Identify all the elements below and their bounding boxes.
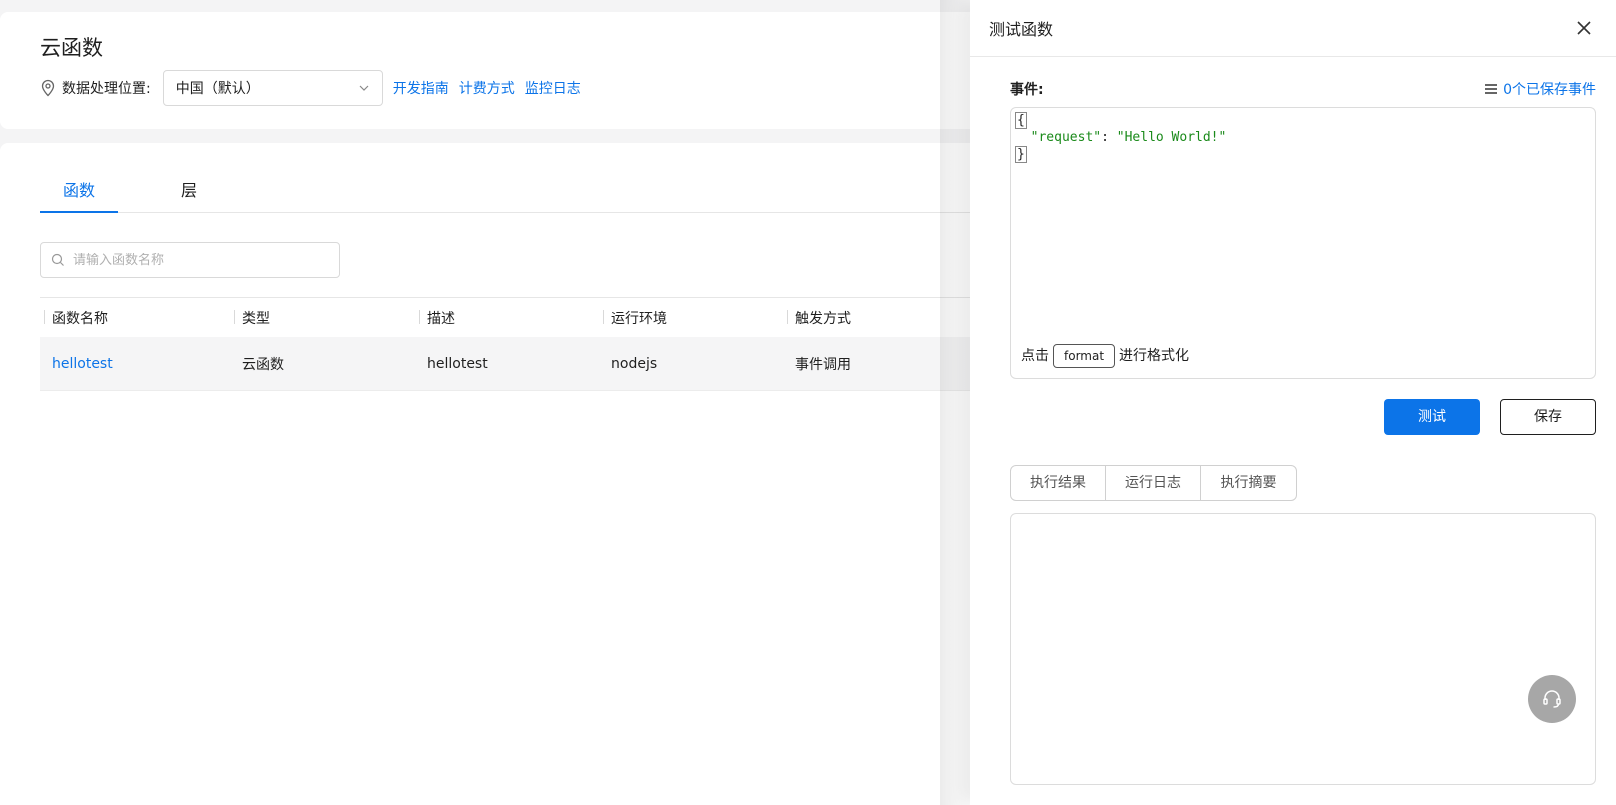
code-line: "request": "Hello World!" [1015, 129, 1591, 146]
format-row: 点击 format 进行格式化 [1021, 344, 1189, 368]
event-label: 事件: [1010, 82, 1044, 98]
save-button[interactable]: 保存 [1500, 399, 1596, 435]
format-prefix: 点击 [1021, 347, 1049, 364]
functions-table: 函数名称 类型 描述 运行环境 触发方式 hellotest 云函数 hello… [40, 297, 1000, 391]
headset-icon [1541, 688, 1563, 710]
function-runtime: nodejs [611, 355, 658, 372]
tab-execution-result[interactable]: 执行结果 [1011, 466, 1106, 500]
column-header-name: 函数名称 [40, 308, 230, 328]
test-function-drawer: 测试函数 事件: 0个已保存事件 { "request": "Hello Wor… [970, 0, 1616, 805]
open-brace: { [1015, 112, 1027, 129]
json-value: "Hello World!" [1116, 130, 1227, 145]
saved-events-link[interactable]: 0个已保存事件 [1484, 79, 1596, 99]
event-json-editor[interactable]: { "request": "Hello World!" } 点击 format … [1010, 107, 1596, 379]
customer-support-button[interactable] [1528, 675, 1576, 723]
drawer-shadow [940, 0, 970, 805]
location-label: 数据处理位置: [62, 81, 151, 97]
monitor-log-link[interactable]: 监控日志 [525, 78, 581, 98]
column-header-trigger: 触发方式 [783, 308, 963, 328]
location-row: 数据处理位置: 中国（默认） 开发指南 计费方式 监控日志 [40, 70, 581, 106]
page-root: 云函数 数据处理位置: 中国（默认） 开发指南 计费方式 监控日志 函数 层 请… [0, 0, 1616, 805]
location-select[interactable]: 中国（默认） [162, 70, 383, 106]
table-header: 函数名称 类型 描述 运行环境 触发方式 [40, 297, 1000, 337]
result-tabs: 执行结果 运行日志 执行摘要 [1010, 465, 1297, 501]
search-icon [51, 253, 65, 267]
tab-functions[interactable]: 函数 [40, 173, 118, 213]
result-panel [1010, 513, 1596, 785]
list-icon [1484, 83, 1498, 95]
tab-execution-summary[interactable]: 执行摘要 [1201, 466, 1296, 500]
format-suffix: 进行格式化 [1119, 347, 1190, 364]
format-button[interactable]: format [1053, 344, 1116, 368]
function-name-link[interactable]: hellotest [40, 356, 230, 372]
function-trigger: 事件调用 [795, 356, 851, 373]
search-box [40, 242, 340, 278]
tab-run-log[interactable]: 运行日志 [1106, 466, 1201, 500]
saved-events-label: 0个已保存事件 [1503, 82, 1596, 98]
column-header-description: 描述 [415, 308, 599, 328]
billing-link[interactable]: 计费方式 [459, 78, 515, 98]
json-colon: : [1101, 130, 1117, 145]
code-line: } [1015, 146, 1591, 163]
tab-bar: 函数 层 [40, 173, 980, 213]
chevron-down-icon [358, 82, 370, 94]
column-header-runtime: 运行环境 [599, 308, 783, 328]
code-line: { [1015, 112, 1591, 129]
function-type: 云函数 [242, 356, 284, 373]
tab-layers[interactable]: 层 [150, 173, 228, 213]
function-description: hellotest [427, 355, 488, 372]
column-header-type: 类型 [230, 308, 415, 328]
table-row[interactable]: hellotest 云函数 hellotest nodejs 事件调用 [40, 337, 1000, 391]
drawer-header: 测试函数 [970, 0, 1616, 57]
dev-guide-link[interactable]: 开发指南 [393, 78, 449, 98]
location-select-value: 中国（默认） [175, 81, 260, 97]
drawer-title: 测试函数 [989, 20, 1054, 39]
close-icon[interactable] [1574, 18, 1594, 38]
test-button[interactable]: 测试 [1384, 399, 1480, 435]
location-pin-icon [40, 79, 56, 97]
header-card: 云函数 数据处理位置: 中国（默认） 开发指南 计费方式 监控日志 [0, 12, 1000, 129]
json-key: "request" [1030, 130, 1102, 145]
page-title: 云函数 [40, 36, 103, 60]
close-brace: } [1015, 146, 1027, 163]
search-input[interactable] [73, 252, 313, 268]
content-card: 函数 层 函数名称 类型 描述 运行环境 触发方式 hellotest 云函数 … [0, 143, 1000, 805]
